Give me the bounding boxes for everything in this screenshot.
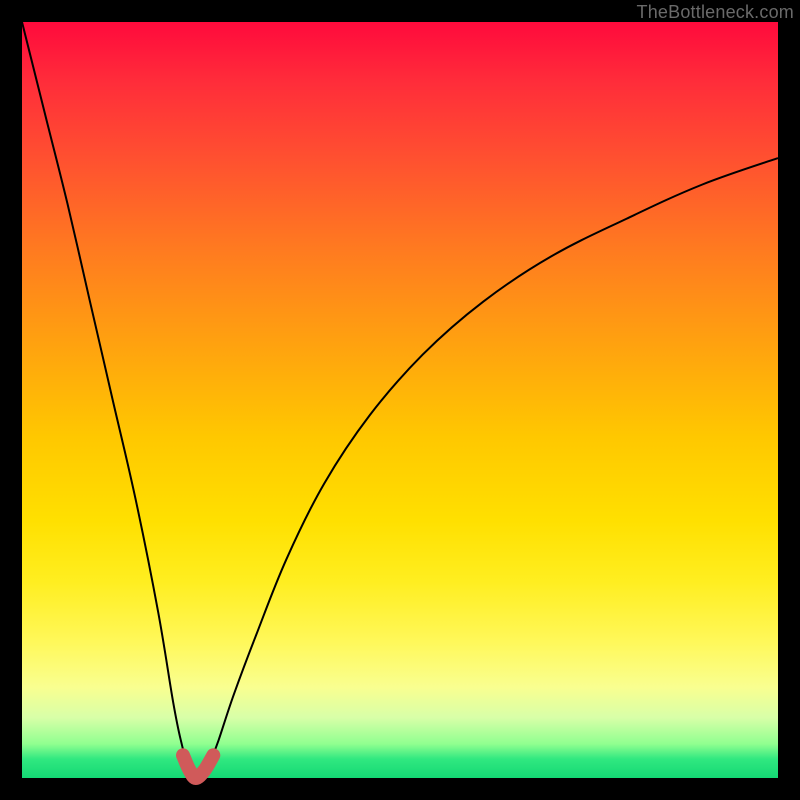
low-bottleneck-highlight bbox=[183, 755, 213, 778]
watermark-text: TheBottleneck.com bbox=[637, 2, 794, 23]
bottleneck-curve bbox=[22, 22, 778, 778]
bottleneck-curve-plot bbox=[22, 22, 778, 778]
chart-frame bbox=[22, 22, 778, 778]
